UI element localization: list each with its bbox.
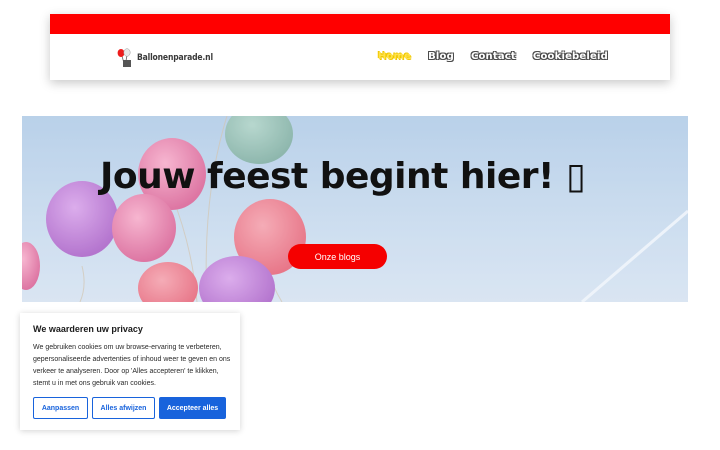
nav-item-contact[interactable]: Contact — [471, 51, 516, 62]
nav-item-cookiebeleid[interactable]: Cookiebeleid — [533, 51, 608, 62]
cookie-title: We waarderen uw privacy — [33, 324, 143, 334]
accept-all-button[interactable]: Accepteer alles — [159, 397, 226, 419]
cookie-consent-panel: We waarderen uw privacy We gebruiken coo… — [20, 313, 240, 430]
hero-title: Jouw feest begint hier! ▯ — [100, 156, 586, 197]
balloons-background-image — [22, 116, 688, 302]
site-header: Ballonenparade.nl Home Blog Contact Cook… — [50, 14, 670, 80]
onze-blogs-button[interactable]: Onze blogs — [288, 244, 387, 269]
customize-button[interactable]: Aanpassen — [33, 397, 88, 419]
cookie-description: We gebruiken cookies om uw browse-ervari… — [33, 344, 231, 387]
site-logo[interactable]: Ballonenparade.nl — [116, 48, 226, 68]
logo-text: Ballonenparade.nl — [137, 53, 213, 63]
balloon-logo-icon — [117, 48, 131, 68]
hero-banner: Jouw feest begint hier! ▯ Onze blogs — [22, 116, 688, 302]
nav-item-blog[interactable]: Blog — [428, 51, 454, 62]
nav-item-home[interactable]: Home — [378, 51, 411, 62]
header-top-bar — [50, 14, 670, 34]
reject-all-button[interactable]: Alles afwijzen — [92, 397, 155, 419]
main-nav: Home Blog Contact Cookiebeleid — [378, 51, 608, 62]
